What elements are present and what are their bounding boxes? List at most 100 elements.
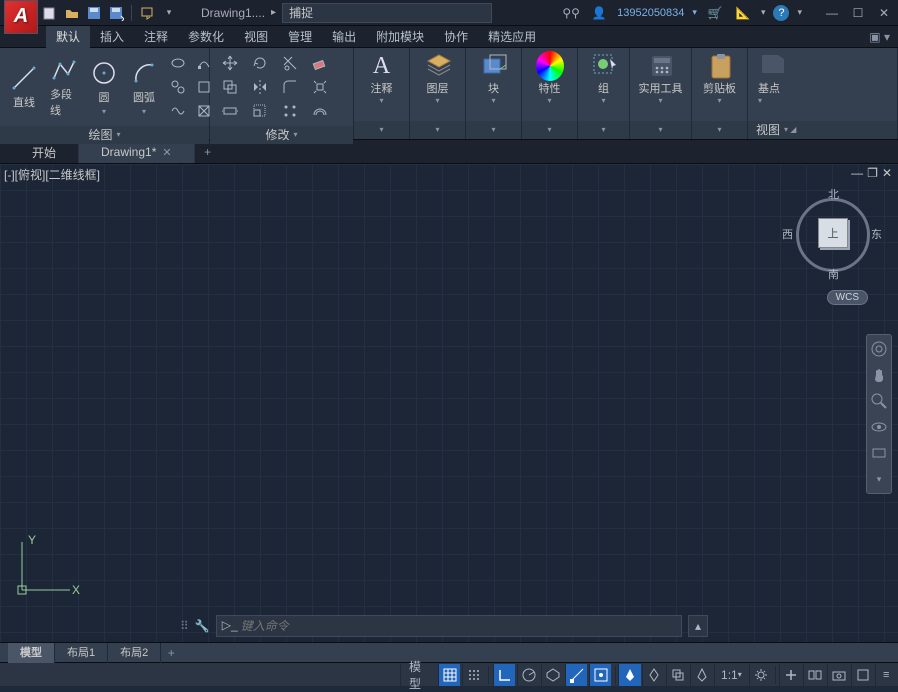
qa-plot-icon[interactable] <box>137 3 157 23</box>
cmd-history-button[interactable]: ▴ <box>688 615 708 637</box>
mod-rotate-icon[interactable] <box>246 52 274 74</box>
mod-scale-icon[interactable] <box>246 100 274 122</box>
mod-copy-icon[interactable] <box>216 76 244 98</box>
nav-showmotion-icon[interactable] <box>869 443 889 463</box>
draw-small-5-icon[interactable] <box>166 100 190 122</box>
cmd-drag-handle-icon[interactable]: ⠿ <box>180 619 189 633</box>
status-osnap-icon[interactable] <box>589 664 611 686</box>
basepoint-icon[interactable] <box>758 52 786 80</box>
mod-erase-icon[interactable] <box>306 52 334 74</box>
qa-open-icon[interactable] <box>62 3 82 23</box>
status-isodraft-icon[interactable] <box>541 664 563 686</box>
status-transparency-icon[interactable] <box>642 664 665 686</box>
ribbon-overflow-icon[interactable]: ▣ ▾ <box>861 30 898 44</box>
mod-offset-icon[interactable] <box>306 100 334 122</box>
mod-fillet-icon[interactable] <box>276 76 304 98</box>
nav-orbit-icon[interactable] <box>869 417 889 437</box>
viewcube-face[interactable]: 上 <box>818 218 848 248</box>
nav-wheel-icon[interactable] <box>869 339 889 359</box>
qa-saveas-icon[interactable] <box>106 3 126 23</box>
viewcube-west[interactable]: 西 <box>782 226 793 242</box>
tab-output[interactable]: 输出 <box>322 26 366 48</box>
nav-zoom-icon[interactable] <box>869 391 889 411</box>
wcs-badge[interactable]: WCS <box>827 290 868 305</box>
status-gear-icon[interactable] <box>749 664 772 686</box>
share-icon[interactable]: ⚲⚲ <box>561 3 581 23</box>
tab-close-icon[interactable]: ✕ <box>162 146 171 159</box>
app-switch-icon[interactable]: 📐 <box>733 3 753 23</box>
tab-default[interactable]: 默认 <box>46 26 90 48</box>
status-snap-icon[interactable] <box>462 664 484 686</box>
status-grid-icon[interactable] <box>438 664 460 686</box>
close-button[interactable]: ✕ <box>874 3 894 23</box>
tab-add-button[interactable]: + <box>195 141 221 163</box>
draw-small-1-icon[interactable] <box>166 52 190 74</box>
layout-tab-2[interactable]: 布局2 <box>108 643 161 663</box>
properties-icon[interactable] <box>536 52 564 80</box>
nav-pan-icon[interactable] <box>869 365 889 385</box>
viewcube-north[interactable]: 北 <box>828 186 839 202</box>
panel-modify-label[interactable]: 修改▾ <box>210 126 353 144</box>
user-icon[interactable]: 👤 <box>589 3 609 23</box>
mod-move-icon[interactable] <box>216 52 244 74</box>
status-cycling-icon[interactable] <box>666 664 689 686</box>
status-plus-icon[interactable] <box>779 664 802 686</box>
tab-manage[interactable]: 管理 <box>278 26 322 48</box>
vp-restore-icon[interactable]: ❐ <box>867 166 878 180</box>
viewcube-south[interactable]: 南 <box>828 266 839 282</box>
vp-minimize-icon[interactable]: — <box>851 166 863 180</box>
status-annoscale-icon[interactable] <box>690 664 713 686</box>
tool-line[interactable]: 直线 <box>6 64 42 110</box>
qa-dropdown-icon[interactable]: ▾ <box>159 3 179 23</box>
tab-collaborate[interactable]: 协作 <box>434 26 478 48</box>
command-input[interactable] <box>216 615 682 637</box>
viewport-label[interactable]: [-][俯视][二维线框] <box>4 166 100 183</box>
minimize-button[interactable]: — <box>822 3 842 23</box>
tool-arc[interactable]: 圆弧▾ <box>126 59 162 116</box>
panel-annotate-expand[interactable]: ▾ <box>354 121 409 139</box>
user-name[interactable]: 13952050834 <box>617 7 684 19</box>
layout-tab-model[interactable]: 模型 <box>8 643 55 663</box>
tab-annotate[interactable]: 注释 <box>134 26 178 48</box>
panel-properties-expand[interactable]: ▾ <box>522 121 577 139</box>
mod-explode-icon[interactable] <box>306 76 334 98</box>
panel-block-expand[interactable]: ▾ <box>466 121 521 139</box>
qa-new-icon[interactable] <box>40 3 60 23</box>
viewcube[interactable]: 上 北 南 东 西 <box>788 186 878 276</box>
status-scale-button[interactable]: 1:1 ▾ <box>714 664 748 686</box>
tab-insert[interactable]: 插入 <box>90 26 134 48</box>
annotate-text-icon[interactable]: A <box>368 52 396 80</box>
panel-layers-expand[interactable]: ▾ <box>410 121 465 139</box>
tab-parametric[interactable]: 参数化 <box>178 26 234 48</box>
tab-view[interactable]: 视图 <box>234 26 278 48</box>
vp-close-icon[interactable]: ✕ <box>882 166 892 180</box>
status-ortho-icon[interactable] <box>493 664 515 686</box>
nav-expand-icon[interactable]: ▾ <box>869 469 889 489</box>
tab-addins[interactable]: 附加模块 <box>366 26 434 48</box>
status-customize-icon[interactable]: ≡ <box>875 664 897 686</box>
layout-tab-1[interactable]: 布局1 <box>55 643 108 663</box>
tab-start[interactable]: 开始 <box>10 141 79 163</box>
status-cleanscreen-icon[interactable] <box>851 664 874 686</box>
maximize-button[interactable]: ☐ <box>848 3 868 23</box>
help-icon[interactable]: ? <box>773 5 789 21</box>
layers-icon[interactable] <box>424 52 452 80</box>
status-model-button[interactable]: 模型 <box>400 664 436 686</box>
panel-utilities-expand[interactable]: ▾ <box>630 121 691 139</box>
status-otrack-icon[interactable] <box>565 664 587 686</box>
qa-save-icon[interactable] <box>84 3 104 23</box>
panel-view-label[interactable]: 视图▾ ◢ <box>748 121 897 139</box>
mod-stretch-icon[interactable] <box>216 100 244 122</box>
panel-group-expand[interactable]: ▾ <box>578 121 629 139</box>
tab-featured[interactable]: 精选应用 <box>478 26 546 48</box>
cmd-customize-icon[interactable]: 🔧 <box>195 619 210 633</box>
status-hardware-icon[interactable] <box>827 664 850 686</box>
panel-draw-label[interactable]: 绘图▾ <box>0 126 209 144</box>
draw-small-3-icon[interactable] <box>166 76 190 98</box>
utilities-icon[interactable] <box>647 52 675 80</box>
block-icon[interactable] <box>480 52 508 80</box>
tool-polyline[interactable]: 多段线 <box>46 56 82 118</box>
viewcube-east[interactable]: 东 <box>871 226 882 242</box>
tab-drawing1[interactable]: Drawing1*✕ <box>79 141 195 163</box>
mod-array-icon[interactable] <box>276 100 304 122</box>
